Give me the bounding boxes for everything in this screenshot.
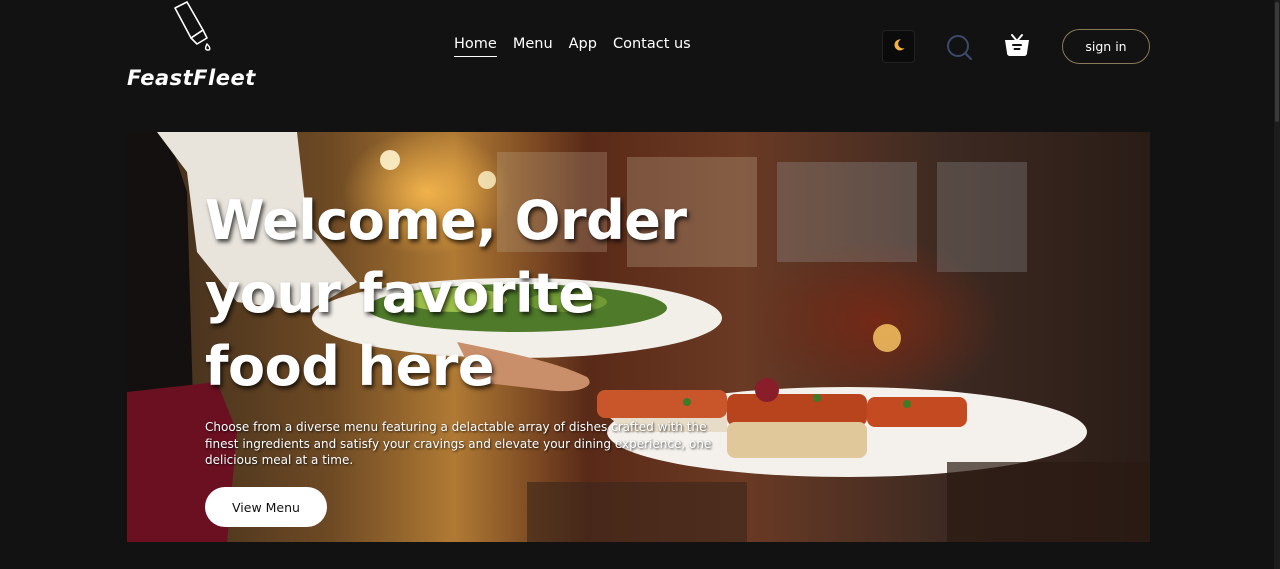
hero-description: Choose from a diverse menu featuring a d…	[205, 420, 712, 467]
theme-toggle-button[interactable]	[882, 30, 915, 63]
salt-shaker-icon	[167, 0, 217, 60]
search-icon	[945, 35, 973, 65]
cart-button[interactable]	[1003, 31, 1031, 59]
hero-banner: Welcome, Order your favorite food here C…	[127, 132, 1150, 542]
sign-in-button[interactable]: sign in	[1062, 29, 1150, 64]
brand-logo[interactable]: FeastFleet	[127, 0, 267, 95]
brand-name: FeastFleet	[127, 66, 256, 90]
scrollbar-thumb[interactable]	[1275, 2, 1279, 122]
nav-menu[interactable]: Menu	[513, 36, 553, 57]
view-menu-button[interactable]: View Menu	[205, 487, 327, 527]
search-button[interactable]	[945, 33, 973, 61]
nav-app[interactable]: App	[569, 36, 597, 57]
basket-icon	[1003, 34, 1031, 63]
nav-contact[interactable]: Contact us	[613, 36, 691, 57]
moon-icon	[892, 37, 906, 56]
main-nav: Home Menu App Contact us	[454, 36, 707, 57]
hero-title: Welcome, Order your favorite food here	[205, 189, 687, 398]
nav-home[interactable]: Home	[454, 36, 497, 57]
page-scrollbar[interactable]	[1274, 0, 1280, 569]
